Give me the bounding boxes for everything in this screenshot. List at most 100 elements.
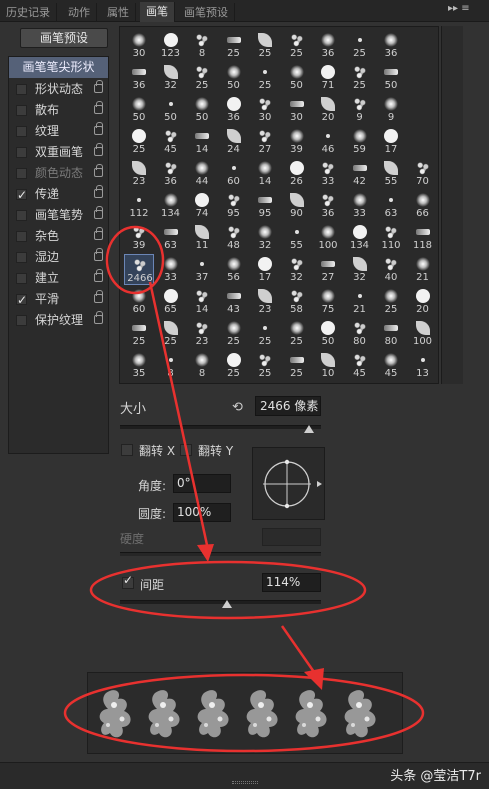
lock-icon[interactable]: [94, 185, 103, 198]
size-input[interactable]: 2466 像素: [255, 396, 321, 416]
brush-tip-cell[interactable]: 74: [187, 190, 217, 221]
setting-item[interactable]: 传递: [9, 184, 108, 206]
brush-tip-cell[interactable]: 60: [124, 286, 154, 317]
tab-history[interactable]: 历史记录: [0, 3, 57, 22]
tab-brush-presets[interactable]: 画笔预设: [178, 3, 235, 22]
brush-tip-cell[interactable]: 37: [187, 254, 217, 285]
brush-tip-cell[interactable]: 20: [313, 94, 343, 125]
brush-tip-cell[interactable]: 100: [408, 318, 438, 349]
brush-tip-cell[interactable]: 9: [376, 94, 406, 125]
tab-properties[interactable]: 属性: [101, 3, 136, 22]
brush-tip-cell[interactable]: 25: [187, 62, 217, 93]
lock-icon[interactable]: [94, 311, 103, 324]
brush-tip-cell[interactable]: 45: [345, 350, 375, 381]
brush-tip-cell[interactable]: 11: [187, 222, 217, 253]
flip-y-checkbox[interactable]: [180, 444, 192, 456]
brush-tip-cell[interactable]: 2466: [124, 254, 154, 285]
brush-tip-cell[interactable]: 50: [124, 94, 154, 125]
brush-tip-cell[interactable]: 55: [376, 158, 406, 189]
brush-tip-cell[interactable]: 17: [376, 126, 406, 157]
brush-tip-cell[interactable]: 23: [250, 286, 280, 317]
brush-tip-cell[interactable]: 58: [282, 286, 312, 317]
brush-tip-cell[interactable]: 66: [408, 190, 438, 221]
brush-tip-cell[interactable]: 25: [219, 318, 249, 349]
brush-tip-cell[interactable]: 25: [124, 126, 154, 157]
setting-checkbox[interactable]: [16, 126, 27, 137]
brush-tip-cell[interactable]: 14: [250, 158, 280, 189]
brush-tip-cell[interactable]: 25: [250, 318, 280, 349]
brush-tip-cell[interactable]: 25: [219, 350, 249, 381]
brush-tip-cell[interactable]: 50: [313, 318, 343, 349]
resize-grip-icon[interactable]: [232, 781, 258, 784]
spacing-slider-thumb[interactable]: [222, 600, 232, 608]
brush-tip-cell[interactable]: 36: [124, 62, 154, 93]
setting-item[interactable]: 画笔笔势: [9, 205, 108, 226]
setting-item[interactable]: 颜色动态: [9, 163, 108, 184]
setting-item[interactable]: 散布: [9, 100, 108, 121]
setting-checkbox[interactable]: [16, 252, 27, 263]
brush-tip-cell[interactable]: 134: [156, 190, 186, 221]
brush-tip-cell[interactable]: 26: [282, 158, 312, 189]
brush-tip-cell[interactable]: 39: [282, 126, 312, 157]
setting-item[interactable]: 纹理: [9, 121, 108, 142]
brush-tip-cell[interactable]: 25: [282, 350, 312, 381]
brush-tip-cell[interactable]: 70: [408, 158, 438, 189]
brush-tip-cell[interactable]: 32: [345, 254, 375, 285]
lock-icon[interactable]: [94, 143, 103, 156]
lock-icon[interactable]: [94, 101, 103, 114]
brush-tip-cell[interactable]: 27: [313, 254, 343, 285]
brush-tip-cell[interactable]: 39: [124, 222, 154, 253]
lock-icon[interactable]: [94, 290, 103, 303]
brush-tip-cell[interactable]: 25: [219, 30, 249, 61]
brush-tip-cell[interactable]: 50: [282, 62, 312, 93]
size-slider-thumb[interactable]: [304, 425, 314, 433]
brush-tip-cell[interactable]: 32: [156, 62, 186, 93]
brush-tip-cell[interactable]: 8: [187, 350, 217, 381]
brush-tip-cell[interactable]: 100: [313, 222, 343, 253]
setting-checkbox[interactable]: [16, 147, 27, 158]
brush-tip-cell[interactable]: 25: [250, 30, 280, 61]
brush-tip-cell[interactable]: 65: [156, 286, 186, 317]
brush-tip-cell[interactable]: 23: [124, 158, 154, 189]
brush-tip-cell[interactable]: 30: [250, 94, 280, 125]
brush-tip-cell[interactable]: 56: [219, 254, 249, 285]
brush-tip-cell[interactable]: 30: [124, 30, 154, 61]
brush-tip-cell[interactable]: 30: [282, 94, 312, 125]
lock-icon[interactable]: [94, 164, 103, 177]
brush-tip-cell[interactable]: 45: [156, 126, 186, 157]
brush-tip-cell[interactable]: 32: [282, 254, 312, 285]
lock-icon[interactable]: [94, 80, 103, 93]
setting-checkbox[interactable]: [16, 231, 27, 242]
brush-tip-cell[interactable]: 59: [345, 126, 375, 157]
brush-tip-cell[interactable]: 25: [345, 30, 375, 61]
brush-tip-cell[interactable]: 36: [219, 94, 249, 125]
brush-tip-cell[interactable]: 25: [156, 318, 186, 349]
setting-item[interactable]: 保护纹理: [9, 310, 108, 331]
brush-tip-cell[interactable]: 43: [219, 286, 249, 317]
brush-tip-cell[interactable]: 23: [187, 318, 217, 349]
brush-tip-cell[interactable]: 60: [219, 158, 249, 189]
brush-tip-cell[interactable]: 27: [250, 126, 280, 157]
setting-checkbox[interactable]: [16, 273, 27, 284]
brush-tip-cell[interactable]: 36: [313, 30, 343, 61]
brush-tip-cell[interactable]: 25: [376, 286, 406, 317]
brush-tip-cell[interactable]: 8: [187, 30, 217, 61]
brush-tip-cell[interactable]: 17: [250, 254, 280, 285]
brush-tip-cell[interactable]: 42: [345, 158, 375, 189]
setting-item[interactable]: 湿边: [9, 247, 108, 268]
brush-tip-cell[interactable]: 50: [187, 94, 217, 125]
brush-tip-cell[interactable]: 118: [408, 222, 438, 253]
brush-tip-shape-item[interactable]: 画笔笔尖形状: [9, 57, 108, 78]
setting-item[interactable]: 平滑: [9, 289, 108, 311]
brush-tip-cell[interactable]: 33: [345, 190, 375, 221]
angle-input[interactable]: 0°: [173, 474, 231, 493]
grid-scrollbar[interactable]: [441, 26, 463, 384]
brush-tip-cell[interactable]: 44: [187, 158, 217, 189]
brush-tip-cell[interactable]: 8: [156, 350, 186, 381]
brush-tip-cell[interactable]: 123: [156, 30, 186, 61]
brush-tip-cell[interactable]: 80: [376, 318, 406, 349]
setting-checkbox[interactable]: [16, 290, 27, 311]
brush-tip-cell[interactable]: 14: [187, 286, 217, 317]
brush-tip-cell[interactable]: 110: [376, 222, 406, 253]
setting-checkbox[interactable]: [16, 210, 27, 221]
